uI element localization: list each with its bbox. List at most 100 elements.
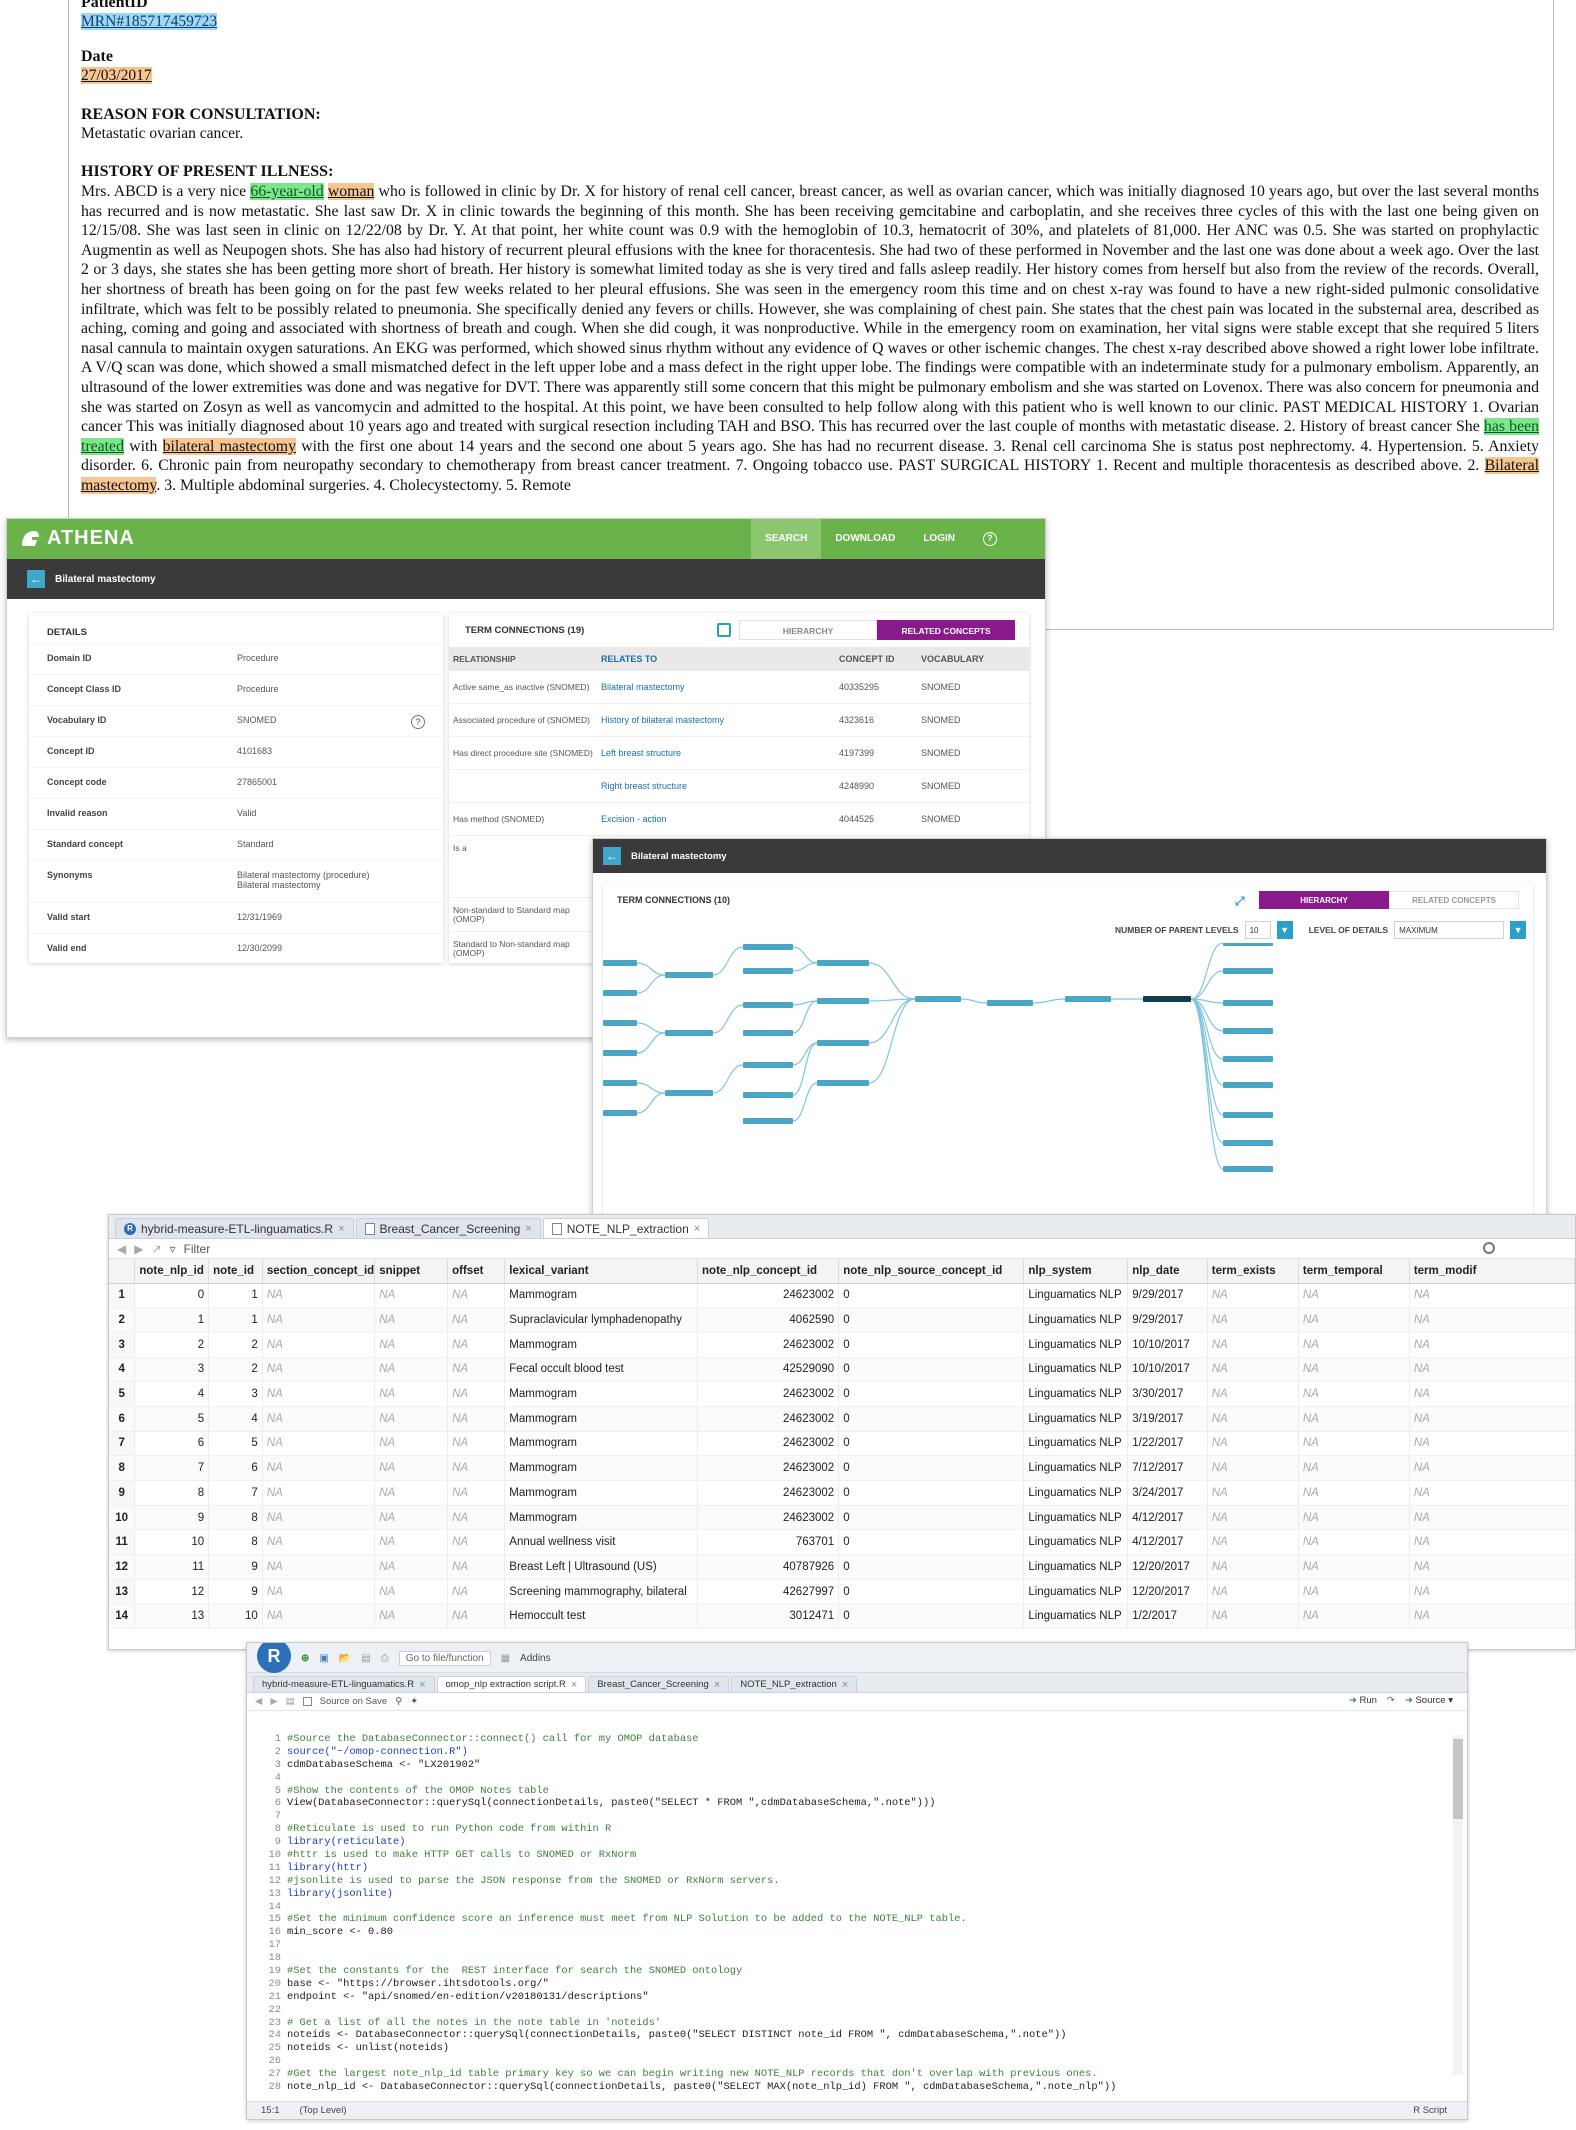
chevron-down-icon[interactable]: ▼ <box>1276 921 1293 939</box>
hierarchy-node[interactable] <box>603 1110 637 1116</box>
close-icon[interactable]: × <box>338 1223 344 1235</box>
column-header[interactable]: term_exists <box>1207 1259 1299 1284</box>
tab-hierarchy[interactable]: HIERARCHY <box>739 620 877 640</box>
rerun-icon[interactable]: ↷ <box>1387 1695 1395 1706</box>
search-icon[interactable]: ⚲ <box>395 1696 402 1707</box>
column-header[interactable]: term_modif <box>1409 1259 1575 1284</box>
date-value[interactable]: 27/03/2017 <box>81 67 152 84</box>
table-row[interactable]: 12 11 9 NA NA NA Breast Left | Ultrasound (US)… <box>109 1554 1575 1580</box>
tab-omop-nlp-script[interactable]: omop_nlp extraction script.R × <box>436 1676 587 1692</box>
filter-button[interactable]: Filter <box>184 1242 211 1256</box>
column-header[interactable]: note_nlp_id <box>134 1259 210 1284</box>
hierarchy-node[interactable] <box>743 1002 793 1008</box>
chevron-down-icon[interactable]: ▼ <box>1510 921 1527 939</box>
hierarchy-node[interactable] <box>987 1000 1033 1006</box>
hierarchy-node[interactable] <box>1223 968 1273 974</box>
entity-bilateral-mastectomy[interactable]: bilateral mastectomy <box>162 437 296 455</box>
relates-to-link[interactable]: History of bilateral mastectomy <box>601 715 839 725</box>
tab-related-concepts[interactable]: RELATED CONCEPTS <box>1389 891 1519 909</box>
column-header[interactable]: nlp_date <box>1127 1259 1208 1284</box>
relates-to-link[interactable]: Bilateral mastectomy <box>601 682 839 692</box>
hierarchy-node[interactable] <box>603 1020 637 1026</box>
relates-to-link[interactable]: Left breast structure <box>601 748 839 758</box>
parent-levels-select[interactable]: 10 <box>1244 921 1271 939</box>
expand-icon[interactable] <box>717 623 731 637</box>
grid-icon[interactable]: ▦ <box>501 1653 510 1664</box>
entity-gender[interactable]: woman <box>327 183 375 200</box>
hierarchy-node[interactable] <box>915 996 961 1002</box>
table-row[interactable]: 1 0 1 NA NA NA Mammogram 24623002 0 Linguamatics … <box>109 1283 1575 1309</box>
info-icon[interactable]: ? <box>411 715 425 729</box>
table-row[interactable]: 3 2 2 NA NA NA Mammogram 24623002 0 Linguamatics … <box>109 1332 1575 1358</box>
column-header[interactable]: note_nlp_source_concept_id <box>838 1259 1025 1284</box>
hierarchy-node[interactable] <box>1223 1056 1273 1062</box>
tab-hierarchy[interactable]: HIERARCHY <box>1259 891 1389 909</box>
column-header[interactable]: section_concept_id <box>262 1259 376 1284</box>
wand-icon[interactable]: ✦ <box>410 1696 418 1707</box>
column-header[interactable]: snippet <box>374 1259 449 1284</box>
tab-script[interactable]: Rhybrid-measure-ETL-linguamatics.R × <box>115 1218 354 1238</box>
back-arrow-icon[interactable]: ← <box>603 847 621 865</box>
tab-note-nlp-extraction[interactable]: NOTE_NLP_extraction × <box>731 1676 858 1692</box>
tab-note-nlp-extraction[interactable]: NOTE_NLP_extraction × <box>542 1218 710 1238</box>
hierarchy-node[interactable] <box>665 1090 713 1096</box>
collapse-icon[interactable]: ⤢ <box>1235 894 1245 909</box>
tab-breast-cancer-screening[interactable]: Breast_Cancer_Screening × <box>355 1218 541 1238</box>
new-file-icon[interactable]: ⊕ <box>301 1653 309 1664</box>
addins-menu[interactable]: Addins <box>520 1653 551 1664</box>
nav-search[interactable]: SEARCH <box>751 519 822 559</box>
popout-icon[interactable]: ↗ <box>151 1242 161 1256</box>
table-row[interactable]: 6 5 4 NA NA NA Mammogram 24623002 0 Linguamatics … <box>109 1406 1575 1432</box>
hierarchy-node[interactable] <box>743 1118 793 1124</box>
table-row[interactable]: 14 13 10 NA NA NA Hemoccult test 3012471 0 Lingua… <box>109 1603 1575 1630</box>
entity-age[interactable]: 66-year-old <box>250 183 324 200</box>
column-header[interactable]: note_nlp_concept_id <box>697 1259 840 1284</box>
forward-icon[interactable]: ▶ <box>270 1696 277 1707</box>
close-icon[interactable]: × <box>842 1679 848 1691</box>
file-type[interactable]: R Script <box>1413 2105 1447 2116</box>
forward-icon[interactable]: ▶ <box>134 1242 143 1256</box>
table-row[interactable]: 4 3 2 NA NA NA Fecal occult blood test 42529090… <box>109 1357 1575 1383</box>
column-header[interactable]: lexical_variant <box>504 1259 699 1284</box>
relates-to-link[interactable]: Right breast structure <box>601 781 839 791</box>
hierarchy-node[interactable] <box>1223 1140 1273 1146</box>
table-row[interactable]: 5 4 3 NA NA NA Mammogram 24623002 0 Linguamatics … <box>109 1381 1575 1407</box>
print-icon[interactable]: ⎙ <box>381 1653 389 1664</box>
editor-scrollbar[interactable] <box>1453 1735 1463 2075</box>
hierarchy-node[interactable] <box>1223 943 1273 946</box>
save-icon[interactable]: ▤ <box>361 1653 370 1664</box>
open-file-icon[interactable]: 📂 <box>339 1653 351 1664</box>
hierarchy-node[interactable] <box>817 998 869 1004</box>
code-editor[interactable]: 1 #Source the DatabaseConnector::connect(… <box>247 1733 1453 2093</box>
hierarchy-node[interactable] <box>603 990 637 996</box>
column-header[interactable]: nlp_system <box>1023 1259 1129 1284</box>
hierarchy-node[interactable] <box>743 968 793 974</box>
run-button[interactable]: ➜ Run <box>1349 1695 1377 1706</box>
open-project-icon[interactable]: ▣ <box>319 1653 328 1664</box>
back-icon[interactable]: ◀ <box>255 1696 262 1707</box>
table-row[interactable]: 2 1 1 NA NA NA Supraclavicular lymphadenopathy… <box>109 1307 1575 1333</box>
close-icon[interactable]: × <box>714 1679 720 1691</box>
hierarchy-node[interactable] <box>1223 1166 1273 1172</box>
hierarchy-node[interactable] <box>1223 1112 1273 1118</box>
search-icon[interactable] <box>1483 1242 1495 1254</box>
column-header[interactable]: term_temporal <box>1298 1259 1410 1284</box>
close-icon[interactable]: × <box>694 1223 700 1235</box>
source-on-save-checkbox[interactable] <box>302 1697 312 1706</box>
close-icon[interactable]: × <box>419 1679 425 1691</box>
hierarchy-node[interactable] <box>1223 1000 1273 1006</box>
hierarchy-node[interactable] <box>743 1030 793 1036</box>
table-row[interactable]: 7 6 5 NA NA NA Mammogram 24623002 0 Linguamatics … <box>109 1431 1575 1457</box>
hierarchy-node[interactable] <box>817 960 869 966</box>
athena-logo[interactable]: ATHENA <box>19 527 135 550</box>
hierarchy-node[interactable] <box>1223 1082 1273 1088</box>
hierarchy-node-selected[interactable] <box>1143 996 1191 1002</box>
nav-download[interactable]: DOWNLOAD <box>821 519 909 559</box>
column-header[interactable]: offset <box>447 1259 506 1284</box>
table-row[interactable]: 10 9 8 NA NA NA Mammogram 24623002 0 Linguamatics… <box>109 1505 1575 1531</box>
hierarchy-node[interactable] <box>743 944 793 950</box>
go-to-file-input[interactable]: Go to file/function <box>398 1651 491 1666</box>
hierarchy-node[interactable] <box>1065 996 1111 1002</box>
column-header[interactable] <box>109 1259 136 1284</box>
column-header[interactable]: note_id <box>208 1259 263 1284</box>
